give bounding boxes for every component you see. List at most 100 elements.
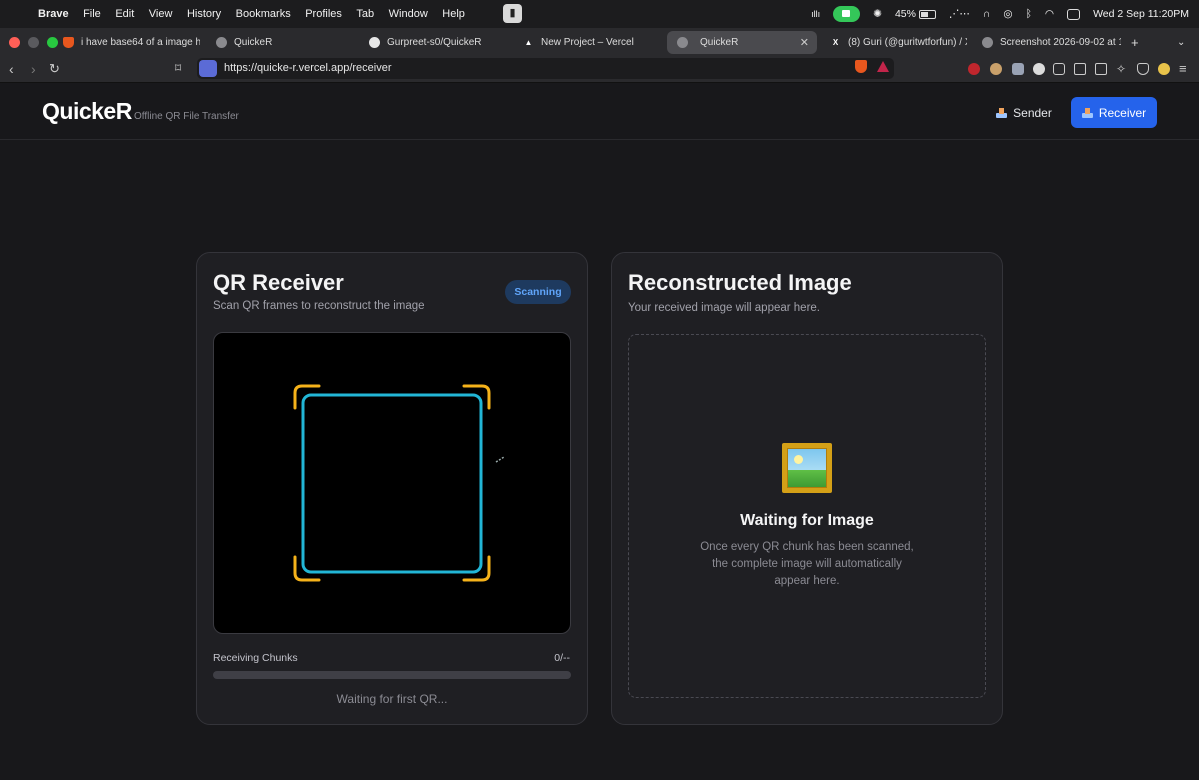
wallet-icon[interactable] <box>1095 63 1107 75</box>
profile-avatar[interactable] <box>1158 63 1170 75</box>
scan-target-box <box>301 393 483 574</box>
menu-tab[interactable]: Tab <box>356 8 374 20</box>
waiting-title: Waiting for Image <box>740 512 874 529</box>
reconstructed-image-card: Reconstructed Image Your received image … <box>611 252 1003 725</box>
tab-github[interactable]: Gurpreet-s0/QuickeR <box>366 31 511 54</box>
scan-glint <box>495 456 505 463</box>
github-icon <box>369 37 380 48</box>
openai-icon[interactable]: ✺ <box>873 8 882 20</box>
tab-chat[interactable]: i have base64 of a image how <box>60 31 200 54</box>
corner-bottom-right <box>462 555 491 582</box>
dots-icon[interactable]: ⋰⋯ <box>949 8 970 20</box>
minimize-window-button[interactable] <box>28 36 39 48</box>
bluetooth-icon[interactable]: ᛒ <box>1026 8 1032 20</box>
extension-shield-icon[interactable] <box>1012 63 1024 75</box>
app-logo[interactable]: QuickeR <box>42 98 132 125</box>
back-icon[interactable]: ‹ <box>9 61 14 77</box>
tab-list-chevron-icon[interactable]: ⌄ <box>1177 37 1185 48</box>
audio-bars-icon[interactable]: ıllı <box>811 9 820 19</box>
menu-app-name[interactable]: Brave <box>38 8 69 20</box>
extensions-puzzle-icon[interactable] <box>1053 63 1065 75</box>
close-tab-icon[interactable]: ✕ <box>800 36 809 49</box>
control-center-icon[interactable] <box>1067 8 1081 20</box>
framed-picture-icon <box>782 443 832 493</box>
address-bar[interactable]: https://quicke-r.vercel.app/receiver <box>197 58 894 79</box>
menu-hamburger-icon[interactable]: ≡ <box>1179 62 1191 75</box>
globe-icon <box>982 37 993 48</box>
macos-menu-bar: Brave File Edit View History Bookmarks P… <box>0 0 1199 28</box>
globe-icon <box>216 37 227 48</box>
wifi-icon[interactable]: ◠ <box>1045 8 1054 20</box>
extension-cookie-icon[interactable] <box>990 63 1002 75</box>
image-placeholder-area: Waiting for Image Once every QR chunk ha… <box>628 334 986 698</box>
headphones-icon[interactable]: ∩ <box>983 8 991 20</box>
menubar-clock[interactable]: Wed 2 Sep 11:20PM <box>1093 8 1189 20</box>
airdrop-icon[interactable]: ◎ <box>1003 8 1012 20</box>
menu-window[interactable]: Window <box>389 8 428 20</box>
tab-vercel[interactable]: ▲ New Project – Vercel <box>520 31 660 54</box>
menu-bookmarks[interactable]: Bookmarks <box>236 8 291 20</box>
menu-help[interactable]: Help <box>442 8 465 20</box>
close-window-button[interactable] <box>9 36 20 48</box>
card-title: QR Receiver <box>213 270 344 295</box>
receiver-button[interactable]: Receiver <box>1071 97 1157 128</box>
brave-rewards-icon[interactable] <box>877 61 889 72</box>
battery-status[interactable]: 45% <box>895 8 936 20</box>
camera-indicator-icon[interactable] <box>833 6 861 22</box>
card-subtitle: Your received image will appear here. <box>628 302 820 314</box>
progress-label: Receiving Chunks <box>213 652 298 664</box>
tab-title: Gurpreet-s0/QuickeR <box>387 37 482 48</box>
extension-pen-icon[interactable] <box>1033 63 1045 75</box>
url-text[interactable]: https://quicke-r.vercel.app/receiver <box>224 62 392 74</box>
leo-ai-icon[interactable]: ✧ <box>1116 63 1128 75</box>
corner-bottom-left <box>293 555 321 582</box>
tab-title: i have base64 of a image how <box>81 37 200 48</box>
site-info-icon[interactable] <box>199 60 217 77</box>
app-tagline: Offline QR File Transfer <box>134 111 239 122</box>
forward-icon[interactable]: › <box>31 61 36 77</box>
menu-file[interactable]: File <box>83 8 101 20</box>
scan-status-text: Waiting for first QR... <box>336 692 448 706</box>
menu-view[interactable]: View <box>149 8 173 20</box>
progress-count: 0/-- <box>554 652 570 664</box>
inbox-tray-icon <box>1081 107 1093 118</box>
tab-title: Screenshot 2026-09-02 at 11 <box>1000 37 1121 48</box>
tab-quicker-active[interactable]: QuickeR ✕ <box>667 31 817 54</box>
app-header: QuickeR Offline QR File Transfer Sender … <box>0 84 1199 140</box>
new-tab-icon[interactable]: + <box>1131 35 1139 50</box>
browser-toolbar: ‹ › ↻ ⌑ https://quicke-r.vercel.app/rece… <box>0 56 1199 83</box>
reload-icon[interactable]: ↻ <box>49 61 60 77</box>
sender-button[interactable]: Sender <box>987 97 1061 128</box>
scan-frame-corners <box>293 384 491 582</box>
tab-x[interactable]: X (8) Guri (@guritwtforfun) / X <box>827 31 967 54</box>
x-icon: X <box>832 38 839 47</box>
receiver-label: Receiver <box>1098 105 1147 120</box>
tab-screenshot[interactable]: Screenshot 2026-09-02 at 11 <box>979 31 1121 54</box>
sender-label: Sender <box>1013 105 1052 120</box>
progress-bar <box>213 671 571 679</box>
browser-tab-strip: i have base64 of a image how QuickeR Gur… <box>0 28 1199 56</box>
menu-history[interactable]: History <box>187 8 221 20</box>
waiting-description: Once every QR chunk has been scanned, th… <box>700 541 914 587</box>
brave-icon <box>63 37 74 48</box>
stage-app-icon[interactable]: ▮ <box>503 4 522 23</box>
card-subtitle: Scan QR frames to reconstruct the image <box>213 300 425 312</box>
menu-profiles[interactable]: Profiles <box>305 8 342 20</box>
brave-shields-icon[interactable] <box>855 60 867 73</box>
window-controls <box>0 36 60 48</box>
menu-edit[interactable]: Edit <box>115 8 134 20</box>
vpn-shield-icon[interactable] <box>1137 63 1149 75</box>
outbox-tray-icon <box>996 107 1008 118</box>
zoom-window-button[interactable] <box>47 36 58 48</box>
extension-record-icon[interactable] <box>968 63 980 75</box>
qr-receiver-card: QR Receiver Scan QR frames to reconstruc… <box>196 252 588 725</box>
status-area: ıllı ✺ 45% ⋰⋯ ∩ ◎ ᛒ ◠ Wed 2 Sep 11:20PM <box>811 0 1189 28</box>
tab-quicker[interactable]: QuickeR <box>213 31 353 54</box>
bookmark-icon[interactable]: ⌑ <box>175 61 181 75</box>
camera-viewport[interactable] <box>213 332 571 634</box>
tab-title: QuickeR <box>700 37 739 48</box>
tab-title: New Project – Vercel <box>541 37 634 48</box>
sidebar-icon[interactable] <box>1074 63 1086 75</box>
battery-icon <box>918 9 936 19</box>
scan-overlay <box>293 384 505 582</box>
